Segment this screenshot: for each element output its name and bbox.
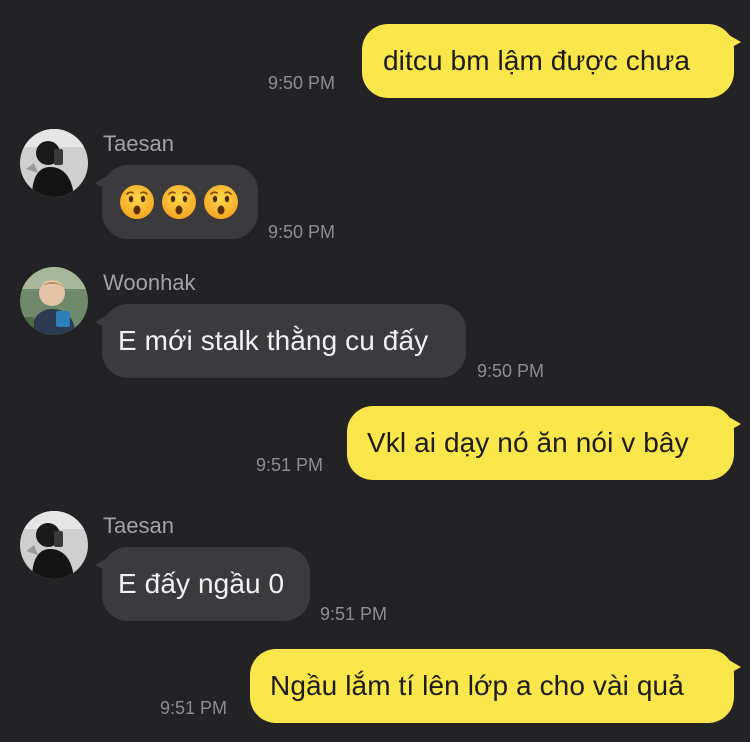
sender-name: Woonhak bbox=[103, 270, 196, 295]
avatar-image bbox=[20, 267, 88, 335]
message-text: Vkl ai dạy nó ăn nói v bây bbox=[367, 427, 689, 458]
message-bubble[interactable]: Vkl ai dạy nó ăn nói v bây bbox=[347, 406, 741, 480]
hushed-face-icon bbox=[202, 183, 240, 221]
hushed-face-icon bbox=[160, 183, 198, 221]
message-bubble[interactable]: E đấy ngầu 0 bbox=[95, 547, 310, 621]
message-text: ditcu bm lậm được chưa bbox=[383, 45, 691, 76]
avatar-image bbox=[20, 511, 88, 579]
hushed-face-icon bbox=[118, 183, 156, 221]
message-timestamp: 9:51 PM bbox=[256, 455, 324, 475]
sender-name: Taesan bbox=[103, 513, 174, 538]
message-bubble[interactable]: E mới stalk thằng cu đấy bbox=[95, 304, 466, 378]
message-text: E mới stalk thằng cu đấy bbox=[118, 325, 429, 356]
message-bubble[interactable]: ditcu bm lậm được chưa bbox=[362, 24, 741, 98]
message-text: E đấy ngầu 0 bbox=[118, 568, 285, 599]
message-text: Ngầu lắm tí lên lớp a cho vài quả bbox=[270, 670, 684, 701]
avatar-taesan[interactable] bbox=[20, 129, 88, 197]
message-timestamp: 9:51 PM bbox=[160, 698, 228, 718]
avatar-image bbox=[20, 129, 88, 197]
message-bubble[interactable]: Ngầu lắm tí lên lớp a cho vài quả bbox=[250, 649, 741, 723]
message-timestamp: 9:51 PM bbox=[320, 604, 388, 624]
message-bubble[interactable] bbox=[95, 165, 258, 239]
message-timestamp: 9:50 PM bbox=[477, 361, 545, 381]
sender-name: Taesan bbox=[103, 131, 174, 156]
avatar-taesan[interactable] bbox=[20, 511, 88, 579]
message-timestamp: 9:50 PM bbox=[268, 73, 336, 93]
message-timestamp: 9:50 PM bbox=[268, 222, 336, 242]
avatar-woonhak[interactable] bbox=[20, 267, 88, 335]
